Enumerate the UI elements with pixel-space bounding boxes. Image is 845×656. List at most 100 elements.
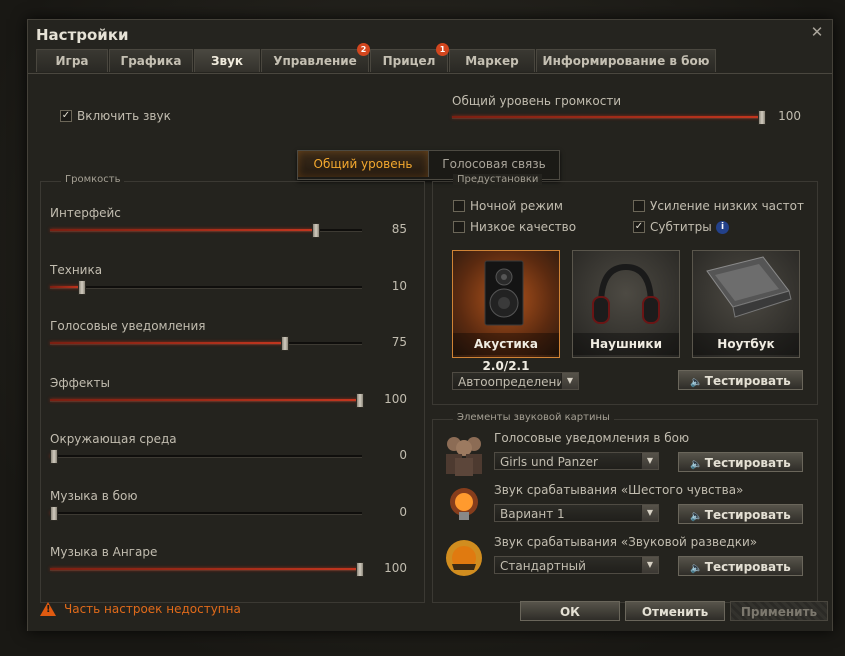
- volume-item-label: Голосовые уведомления: [50, 319, 206, 333]
- checkbox-box: [453, 200, 465, 212]
- button-label: Тестировать: [704, 560, 791, 574]
- sixth-sense-dropdown[interactable]: Вариант 1 ▼: [494, 504, 659, 522]
- slider-fill: [50, 568, 359, 570]
- volume-slider[interactable]: [50, 392, 364, 408]
- voice-notifications-dropdown[interactable]: Girls und Panzer ▼: [494, 452, 659, 470]
- tab-bar: Игра Графика Звук Управление 2 Прицел 1 Ма…: [36, 43, 717, 73]
- subtab-general[interactable]: Общий уровень: [298, 151, 429, 177]
- volume-item-value: 100: [384, 561, 407, 575]
- tab-marker[interactable]: Маркер: [449, 49, 535, 72]
- bass-boost-checkbox[interactable]: Усиление низких частот: [633, 199, 804, 213]
- sound-recon-icon: [446, 540, 482, 576]
- tab-label: Прицел: [382, 54, 436, 68]
- preset-label: Акустика 2.0/2.1: [453, 333, 559, 373]
- slider-thumb[interactable]: [312, 223, 320, 238]
- slider-thumb[interactable]: [356, 562, 364, 577]
- chevron-down-icon: ▼: [641, 453, 658, 469]
- dropdown-value: Стандартный: [500, 559, 586, 573]
- sound-elements-title: Элементы звуковой картины: [453, 412, 614, 423]
- cancel-button[interactable]: Отменить: [625, 601, 725, 621]
- volume-slider[interactable]: [50, 505, 362, 521]
- tab-graphics[interactable]: Графика: [109, 49, 193, 72]
- close-icon[interactable]: ✕: [809, 24, 825, 40]
- volume-slider[interactable]: [50, 223, 362, 238]
- checkbox-label: Ночной режим: [470, 199, 563, 213]
- tab-game[interactable]: Игра: [36, 49, 108, 72]
- slider-thumb[interactable]: [50, 505, 58, 521]
- volume-group-title: Громкость: [61, 174, 125, 185]
- info-icon[interactable]: i: [716, 221, 729, 234]
- ok-button[interactable]: ОК: [520, 601, 620, 621]
- sound-recon-dropdown[interactable]: Стандартный ▼: [494, 556, 659, 574]
- speaker-icon: [484, 260, 524, 326]
- volume-item-label: Интерфейс: [50, 206, 121, 220]
- warning-icon: !: [40, 602, 56, 616]
- tab-controls[interactable]: Управление 2: [261, 43, 370, 72]
- master-volume-slider[interactable]: [452, 110, 766, 125]
- slider-thumb[interactable]: [758, 110, 766, 125]
- volume-item-label: Музыка в бою: [50, 488, 138, 503]
- slider-fill: [50, 285, 81, 288]
- slider-thumb[interactable]: [78, 279, 86, 295]
- slider-thumb[interactable]: [50, 449, 58, 464]
- subtitles-checkbox[interactable]: ✓ Субтитры: [633, 220, 712, 234]
- checkbox-box: ✓: [633, 221, 645, 233]
- headphones-icon: [592, 263, 660, 324]
- test-sound-recon-button[interactable]: 🔈 Тестировать: [678, 556, 803, 576]
- low-quality-checkbox[interactable]: Низкое качество: [453, 220, 576, 234]
- warning-text: Часть настроек недоступна: [64, 602, 241, 616]
- dropdown-value: Вариант 1: [500, 507, 565, 521]
- crew-icon: [446, 437, 482, 476]
- slider-fill: [452, 116, 761, 118]
- tab-sight[interactable]: Прицел 1: [370, 43, 449, 72]
- checkbox-label: Субтитры: [650, 220, 712, 234]
- volume-item-value: 10: [391, 278, 407, 293]
- test-sixth-sense-button[interactable]: 🔈 Тестировать: [678, 504, 803, 524]
- enable-sound-checkbox[interactable]: ✓ Включить звук: [60, 109, 171, 123]
- notification-badge: 2: [357, 43, 370, 56]
- chevron-down-icon: ▼: [561, 373, 578, 389]
- checkbox-label: Включить звук: [77, 109, 171, 123]
- preset-speakers[interactable]: Акустика 2.0/2.1: [452, 250, 560, 373]
- tab-label: Информирование в бою: [542, 54, 710, 68]
- slider-fill: [50, 229, 315, 231]
- apply-button[interactable]: Применить: [730, 601, 828, 621]
- volume-slider[interactable]: [50, 336, 362, 351]
- speaker-small-icon: 🔈: [690, 563, 703, 574]
- speaker-small-icon: 🔈: [690, 459, 703, 470]
- preset-laptop[interactable]: Ноутбук: [692, 250, 800, 358]
- volume-slider[interactable]: [50, 449, 362, 464]
- settings-window: Настройки ✕ Игра Графика Звук Управление…: [27, 19, 833, 631]
- sound-settings-panel: ✓ Включить звук Общий уровень громкости …: [28, 73, 832, 631]
- tab-sound[interactable]: Звук: [194, 49, 260, 72]
- chevron-down-icon: ▼: [641, 505, 658, 521]
- checkbox-box: [453, 221, 465, 233]
- checkbox-box: [633, 200, 645, 212]
- tab-label: Маркер: [465, 54, 519, 68]
- element-title: Голосовые уведомления в бою: [494, 431, 690, 445]
- button-label: Тестировать: [704, 456, 791, 470]
- test-voice-notifications-button[interactable]: 🔈 Тестировать: [678, 452, 803, 472]
- checkbox-label: Низкое качество: [470, 220, 577, 234]
- tab-battle-info[interactable]: Информирование в бою: [536, 49, 716, 72]
- volume-slider[interactable]: [50, 562, 364, 577]
- volume-item-value: 85: [391, 222, 407, 236]
- slider-track: [50, 455, 362, 458]
- preset-headphones[interactable]: Наушники: [572, 250, 680, 358]
- speaker-small-icon: 🔈: [690, 377, 703, 388]
- volume-item-value: 75: [391, 335, 407, 349]
- volume-slider[interactable]: [50, 279, 362, 295]
- dropdown-value: Автоопределение: [458, 375, 572, 389]
- slider-thumb[interactable]: [356, 392, 364, 408]
- tab-label: Игра: [55, 54, 89, 68]
- speaker-small-icon: 🔈: [690, 511, 703, 522]
- night-mode-checkbox[interactable]: Ночной режим: [453, 199, 563, 213]
- slider-track: [50, 511, 362, 515]
- slider-thumb[interactable]: [281, 336, 289, 351]
- sixth-sense-bulb-icon: [450, 488, 478, 520]
- test-preset-button[interactable]: 🔈 Тестировать: [678, 370, 803, 390]
- presets-group-title: Предустановки: [453, 174, 543, 185]
- autodetect-dropdown[interactable]: Автоопределение ▼: [452, 372, 579, 390]
- volume-item-label: Окружающая среда: [50, 432, 177, 446]
- volume-item-label: Техника: [50, 262, 103, 277]
